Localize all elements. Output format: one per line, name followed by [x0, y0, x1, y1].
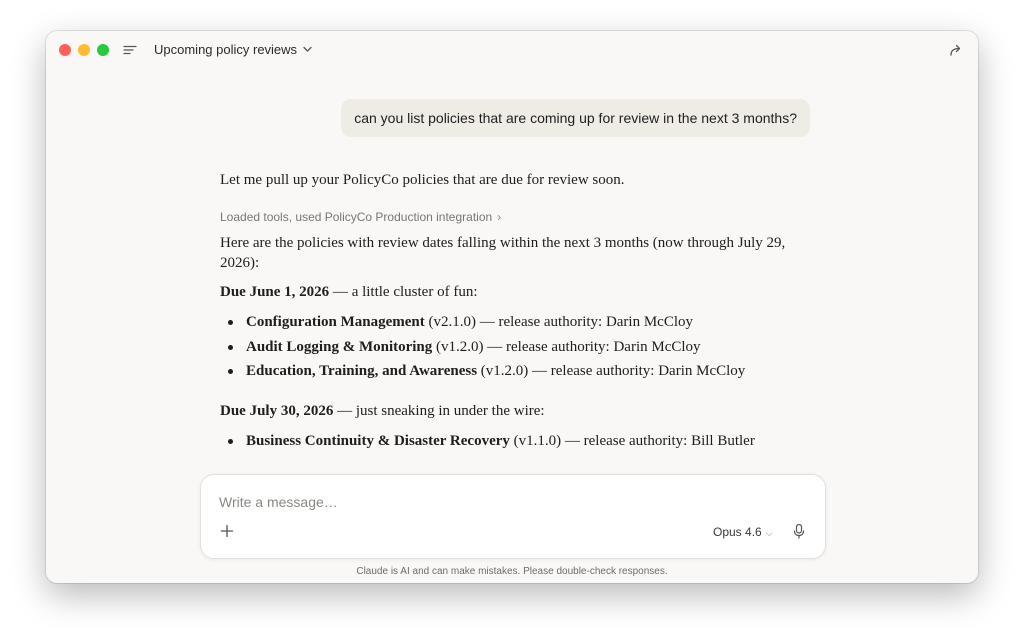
- title-bar: Upcoming policy reviews: [46, 31, 978, 69]
- group-heading-date: Due June 1, 2026: [220, 284, 330, 300]
- chevron-down-icon[interactable]: [302, 45, 313, 54]
- group-heading-date: Due July 30, 2026: [220, 403, 334, 419]
- policy-name: Business Continuity & Disaster Recovery: [246, 433, 510, 449]
- policy-detail: (v1.2.0) — release authority: Darin McCl…: [477, 363, 746, 379]
- list-item: Education, Training, and Awareness (v1.2…: [220, 361, 840, 386]
- tool-use-label: Loaded tools, used PolicyCo Production i…: [220, 210, 493, 224]
- zoom-window-button[interactable]: [97, 44, 109, 56]
- policy-detail: (v2.1.0) — release authority: Darin McCl…: [424, 314, 694, 330]
- policy-detail: (v1.2.0) — release authority: Darin McCl…: [432, 338, 701, 355]
- group-heading-note: — just sneaking in under the wire:: [333, 403, 545, 419]
- group-heading: Due July 30, 2026 — just sneaking in und…: [220, 401, 820, 421]
- app-window: Upcoming policy reviews can you list pol…: [46, 31, 978, 583]
- assistant-summary-text: Here are the policies with review dates …: [220, 235, 786, 271]
- policy-name: Education, Training, and Awareness: [246, 363, 478, 379]
- conversation-title[interactable]: Upcoming policy reviews: [154, 42, 297, 58]
- list-item: Business Continuity & Disaster Recovery …: [220, 431, 840, 456]
- share-icon[interactable]: [948, 42, 964, 58]
- policy-list: Business Continuity & Disaster Recovery …: [220, 431, 840, 456]
- minimize-window-button[interactable]: [78, 44, 90, 56]
- group-heading: Due June 1, 2026 — a little cluster of f…: [220, 282, 820, 302]
- model-selector[interactable]: Opus 4.6 ⌵: [713, 525, 773, 540]
- policy-detail: (v1.1.0) — release authority: Bill Butle…: [509, 433, 755, 449]
- menu-icon[interactable]: [123, 44, 137, 56]
- chevron-down-icon: ⌵: [765, 528, 773, 538]
- message-composer: Opus 4.6⌵: [200, 474, 826, 559]
- tool-use-disclosure[interactable]: Loaded tools, used PolicyCo Production i…: [220, 209, 501, 225]
- assistant-intro-text: Let me pull up your PolicyCo policies th…: [220, 172, 625, 188]
- list-item: Audit Logging & Monitoring (v1.2.0) — re…: [220, 337, 840, 362]
- close-window-button[interactable]: [59, 44, 71, 56]
- chevron-right-icon: ›: [497, 210, 502, 224]
- group-heading-note: — a little cluster of fun:: [329, 284, 478, 300]
- model-name: Opus 4.6: [713, 525, 762, 539]
- disclaimer-text: Claude is AI and can make mistakes. Plea…: [356, 566, 668, 577]
- policy-name: Audit Logging & Monitoring: [246, 338, 433, 355]
- microphone-icon[interactable]: [791, 523, 807, 539]
- policy-list: Configuration Management (v2.1.0) — rele…: [220, 312, 840, 386]
- message-input[interactable]: [217, 489, 781, 515]
- user-message-bubble: can you list policies that are coming up…: [341, 99, 810, 137]
- plus-icon[interactable]: [220, 524, 234, 538]
- list-item: Configuration Management (v2.1.0) — rele…: [220, 312, 840, 337]
- policy-name: Configuration Management: [246, 314, 425, 330]
